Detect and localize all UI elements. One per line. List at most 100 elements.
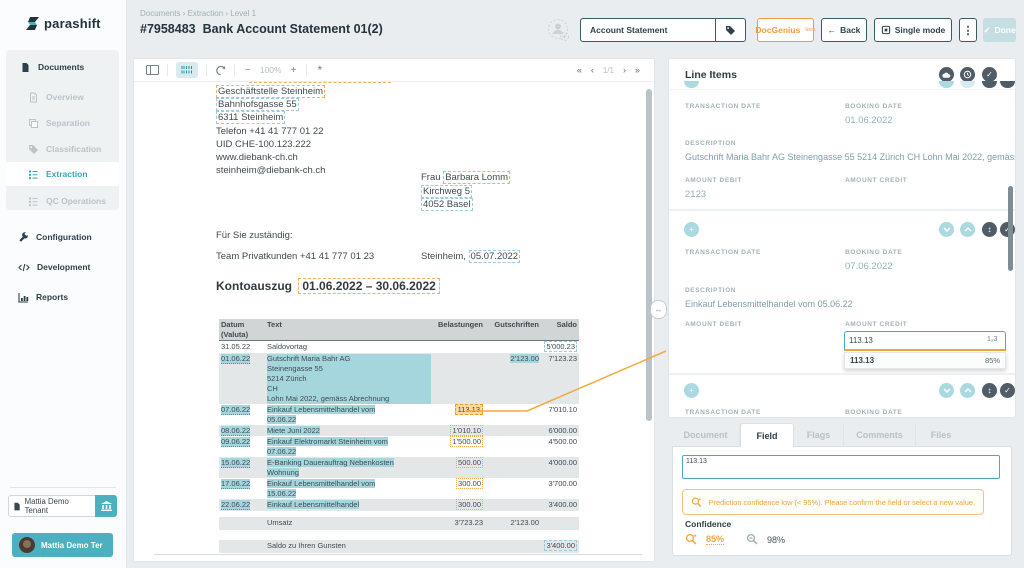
extracted-field[interactable]: 22.06.22 bbox=[221, 500, 250, 510]
prediction-confidence-value[interactable]: 85% bbox=[706, 534, 724, 545]
extracted-field[interactable]: 300.00 bbox=[456, 499, 483, 510]
description-value[interactable]: Einkauf Lebensmittelhandel vom 05.06.22 bbox=[685, 299, 853, 309]
extracted-field[interactable]: E-Banking Dauerauftrag Nebenkosten bbox=[267, 458, 394, 467]
upload-all-icon[interactable] bbox=[939, 67, 954, 82]
more-options-button[interactable]: ⋮ bbox=[959, 18, 977, 42]
back-button[interactable]: ← Back bbox=[821, 18, 867, 42]
cell-text: E-Banking Dauerauftrag NebenkostenWohnun… bbox=[265, 457, 433, 478]
sidebar-item-overview[interactable]: Overview bbox=[6, 86, 119, 108]
single-mode-button[interactable]: Single mode bbox=[874, 18, 952, 42]
fit-page-icon[interactable]: * bbox=[315, 63, 324, 77]
confirm-all-icon[interactable]: ✓ bbox=[982, 67, 997, 82]
next-page-icon[interactable]: › bbox=[623, 65, 626, 75]
table-summary-row: Umsatz 3'723.23 2'123.00 bbox=[219, 517, 579, 530]
extracted-field[interactable]: 17.06.22 bbox=[221, 479, 250, 489]
extracted-field[interactable]: Einkauf Elektromarkt Steinheim vom bbox=[267, 437, 388, 446]
sidebar-item-separation[interactable]: Separation bbox=[6, 112, 119, 134]
extracted-field[interactable]: 500.00 bbox=[456, 457, 483, 468]
extracted-field[interactable]: Bahnhofsgasse 55 bbox=[216, 98, 299, 111]
line-items-scrollbar[interactable] bbox=[1008, 186, 1013, 271]
extracted-field[interactable]: 1'500.00 bbox=[450, 436, 483, 447]
tab-comments[interactable]: Comments bbox=[844, 423, 916, 447]
user-menu-button[interactable]: Mattia Demo Ter bbox=[12, 533, 113, 557]
extracted-field[interactable]: 15.06.22 bbox=[267, 489, 296, 498]
document-type-select[interactable]: Account Statement bbox=[580, 18, 746, 42]
page-title: #7958483Bank Account Statement 01(2) bbox=[140, 22, 383, 36]
extracted-field[interactable]: 15.06.22 bbox=[221, 458, 250, 468]
add-line-item-icon[interactable]: + bbox=[684, 222, 699, 237]
extracted-field[interactable]: Einkauf Lebensmittelhandel vom bbox=[267, 479, 375, 488]
sidebar-item-classification[interactable]: Classification bbox=[6, 138, 119, 160]
extracted-field[interactable]: 3'400.00 bbox=[544, 540, 577, 551]
classification-tag-button[interactable] bbox=[715, 19, 745, 41]
extracted-field[interactable]: 09.06.22 bbox=[221, 437, 250, 447]
extracted-field[interactable]: Kirchweg 5 bbox=[421, 185, 472, 198]
extracted-field[interactable]: 01.06.22 bbox=[221, 354, 250, 364]
sidebar-item-configuration[interactable]: Configuration bbox=[6, 226, 119, 248]
extracted-field[interactable]: Barbara Lomm bbox=[443, 171, 510, 184]
transaction-date-label: TRANSACTION DATE bbox=[685, 103, 761, 110]
previous-page-icon[interactable]: ‹ bbox=[591, 65, 594, 75]
extracted-field[interactable]: 07.06.22 bbox=[267, 447, 296, 456]
extracted-field[interactable]: 05.06.22 bbox=[267, 415, 296, 424]
assign-user-icon[interactable] bbox=[546, 18, 572, 44]
thumbnails-toggle-icon[interactable] bbox=[146, 65, 159, 75]
last-page-icon[interactable]: » bbox=[635, 65, 640, 75]
extracted-field[interactable]: 4052 Basel bbox=[421, 198, 473, 211]
extracted-field[interactable]: 6311 Steinheim bbox=[216, 111, 285, 124]
amount-credit-input[interactable] bbox=[844, 331, 1006, 351]
swap-icon[interactable]: ↕ bbox=[982, 383, 997, 398]
extracted-field[interactable]: Einkauf Lebensmittelhandel bbox=[267, 500, 359, 509]
description-value[interactable]: Gutschrift Maria Bahr AG Steinengasse 55… bbox=[685, 152, 1016, 162]
selected-field-value[interactable]: 113.13 bbox=[455, 404, 483, 415]
booking-date-value[interactable]: 07.06.2022 bbox=[845, 261, 893, 272]
zoom-in-icon[interactable]: + bbox=[289, 65, 299, 76]
extracted-field[interactable]: 1'010.10 bbox=[450, 425, 483, 436]
done-button[interactable]: ✓ Done bbox=[983, 18, 1016, 42]
swap-icon[interactable]: ↕ bbox=[982, 222, 997, 237]
move-up-icon[interactable] bbox=[960, 222, 975, 237]
extracted-field[interactable]: Einkauf Lebensmittelhandel vom bbox=[267, 405, 375, 414]
amount-debit-value[interactable]: 2123 bbox=[685, 189, 706, 200]
tenant-input[interactable]: Mattia Demo Tenant bbox=[8, 495, 95, 517]
tab-document[interactable]: Document bbox=[672, 423, 740, 447]
extracted-field[interactable]: Gutschrift Maria Bahr AG Steinengasse 55… bbox=[267, 354, 431, 404]
first-page-icon[interactable]: « bbox=[577, 65, 582, 75]
add-line-item-icon[interactable]: + bbox=[684, 383, 699, 398]
tab-flags[interactable]: Flags bbox=[794, 423, 844, 447]
sidebar-item-documents[interactable]: Documents bbox=[6, 56, 119, 78]
booking-date-value[interactable]: 01.06.2022 bbox=[845, 115, 893, 126]
sidebar-item-reports[interactable]: Reports bbox=[6, 286, 119, 308]
sidebar-item-development[interactable]: Development bbox=[6, 256, 119, 278]
viewer-scrollbar[interactable] bbox=[646, 89, 652, 421]
extracted-field[interactable]: Wohnung bbox=[267, 468, 299, 477]
move-down-icon[interactable] bbox=[939, 222, 954, 237]
confidence-magnifier-icon bbox=[691, 496, 703, 509]
sidebar-item-qc-operations[interactable]: QC Operations bbox=[6, 190, 119, 212]
barcode-tool-active[interactable] bbox=[176, 62, 198, 78]
field-value-input[interactable]: 113.13 bbox=[682, 455, 1000, 479]
panel-resize-handle[interactable]: ↔ bbox=[650, 300, 667, 319]
history-icon[interactable] bbox=[960, 67, 975, 82]
tenant-switch-button[interactable] bbox=[95, 495, 117, 517]
move-up-icon[interactable] bbox=[960, 383, 975, 398]
sidebar-item-extraction[interactable]: Extraction bbox=[6, 162, 119, 186]
extracted-field[interactable]: 05.07.2022 bbox=[469, 250, 521, 263]
extracted-field[interactable]: 07.06.22 bbox=[221, 405, 250, 415]
refresh-icon[interactable] bbox=[215, 65, 226, 76]
extracted-field[interactable]: 2'123.00 bbox=[510, 354, 539, 363]
tab-field[interactable]: Field bbox=[740, 423, 794, 447]
extracted-field[interactable]: Geschäftstelle Steinheim bbox=[216, 85, 325, 98]
confirm-icon[interactable]: ✓ bbox=[1000, 383, 1015, 398]
breadcrumb[interactable]: Documents › Extraction › Level 1 bbox=[140, 9, 256, 18]
docgenius-button[interactable]: DocGeniusbeta bbox=[757, 18, 814, 42]
tab-files[interactable]: Files bbox=[916, 423, 966, 447]
zoom-out-icon[interactable]: − bbox=[243, 65, 253, 76]
move-down-icon[interactable] bbox=[939, 383, 954, 398]
extracted-field[interactable]: 08.06.22 bbox=[221, 426, 250, 436]
extracted-field[interactable]: Miete Juni 2022 bbox=[267, 426, 320, 435]
extracted-field[interactable]: 5'000.23 bbox=[544, 341, 577, 352]
extracted-field[interactable]: 300.00 bbox=[456, 478, 483, 489]
suggestion-option[interactable]: 113.13 85% bbox=[844, 352, 1006, 369]
extracted-field[interactable]: 01.06.2022 – 30.06.2022 bbox=[298, 278, 439, 294]
